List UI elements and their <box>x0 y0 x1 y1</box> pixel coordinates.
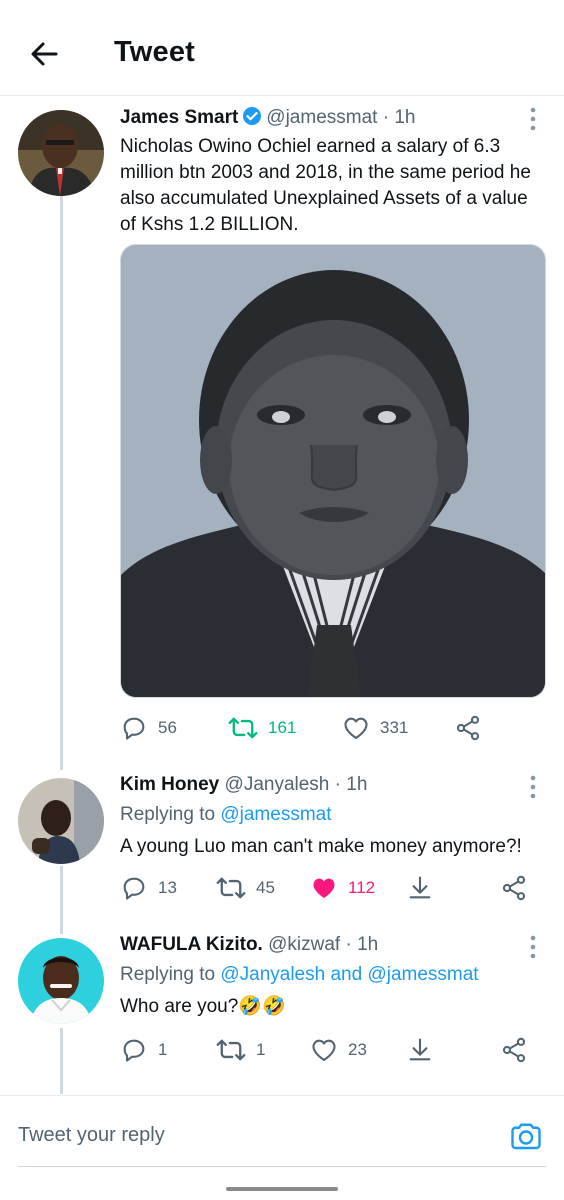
tweet-time: · 1h <box>334 774 368 795</box>
share-button[interactable] <box>454 713 482 743</box>
retweet-icon <box>216 877 246 899</box>
author-name[interactable]: WAFULA Kizito. <box>120 934 263 955</box>
author-handle[interactable]: @jamessmat <box>266 107 377 128</box>
top-bar: Tweet <box>0 0 564 96</box>
tweet-actions: 1 1 23 <box>120 1035 540 1065</box>
replying-to: Replying to @Janyalesh and @jamessmat <box>120 964 479 986</box>
tweet-header: WAFULA Kizito. @kizwaf · 1h <box>120 934 378 956</box>
tweet-text: Who are you?🤣🤣 <box>120 996 286 1017</box>
like-button[interactable]: 23 <box>310 1035 367 1065</box>
author-name[interactable]: Kim Honey <box>120 774 219 795</box>
tweet-header: Kim Honey @Janyalesh · 1h <box>120 774 367 796</box>
reply-composer: Tweet your reply <box>0 1095 564 1200</box>
download-icon <box>409 1038 431 1061</box>
reply-button[interactable]: 13 <box>120 873 177 903</box>
author-handle[interactable]: @Janyalesh <box>225 774 330 795</box>
retweet-button[interactable]: 45 <box>216 873 275 903</box>
retweet-button[interactable]: 1 <box>216 1035 265 1065</box>
like-button[interactable]: 112 <box>310 873 375 903</box>
more-vertical-icon[interactable] <box>528 106 538 132</box>
retweet-count: 45 <box>256 878 275 897</box>
replying-to-label: Replying to <box>120 964 216 985</box>
share-icon <box>502 875 526 901</box>
avatar[interactable] <box>18 778 104 864</box>
divider <box>18 1166 546 1167</box>
tweet-text: A young Luo man can't make money anymore… <box>120 836 522 857</box>
retweet-icon <box>228 717 258 739</box>
avatar[interactable] <box>18 110 104 196</box>
download-icon <box>409 876 431 899</box>
verified-badge-icon <box>242 106 262 132</box>
retweet-count: 1 <box>256 1040 266 1059</box>
back-arrow-icon[interactable] <box>26 36 62 72</box>
home-indicator <box>226 1187 338 1191</box>
replying-to: Replying to @jamessmat <box>120 804 332 826</box>
retweet-icon <box>216 1039 246 1061</box>
retweet-button[interactable]: 161 <box>228 713 296 743</box>
like-button[interactable]: 331 <box>342 713 408 743</box>
reply-button[interactable]: 56 <box>120 713 177 743</box>
like-count: 112 <box>348 878 376 897</box>
tweet-time: · 1h <box>382 107 416 128</box>
download-button[interactable] <box>406 873 434 903</box>
share-icon <box>502 1037 526 1063</box>
tweet-text: Nicholas Owino Ochiel earned a salary of… <box>120 136 531 235</box>
reply-button[interactable]: 1 <box>120 1035 167 1065</box>
share-button[interactable] <box>500 873 528 903</box>
author-name[interactable]: James Smart <box>120 107 238 128</box>
reply-icon <box>123 1039 145 1062</box>
like-count: 23 <box>348 1040 367 1059</box>
retweet-count: 161 <box>268 718 297 737</box>
reply-count: 13 <box>158 878 177 897</box>
like-count: 331 <box>380 718 409 737</box>
reply-count: 56 <box>158 718 177 737</box>
page-title: Tweet <box>114 36 196 68</box>
more-vertical-icon[interactable] <box>528 774 538 800</box>
replying-to-label: Replying to <box>120 804 216 825</box>
like-icon <box>344 717 368 739</box>
tweet-actions: 56 161 331 <box>120 713 540 743</box>
like-icon <box>313 878 335 898</box>
avatar[interactable] <box>18 938 104 1024</box>
reply-icon <box>123 717 145 740</box>
camera-icon[interactable] <box>508 1118 544 1154</box>
reply-tweet[interactable]: Kim Honey @Janyalesh · 1h Replying to @j… <box>0 770 564 930</box>
replying-to-mentions[interactable]: @Janyalesh and @jamessmat <box>220 964 478 985</box>
like-icon <box>312 1039 336 1061</box>
reply-count: 1 <box>158 1040 168 1059</box>
download-button[interactable] <box>406 1035 434 1065</box>
share-icon <box>456 715 480 741</box>
share-button[interactable] <box>500 1035 528 1065</box>
tweet-photo[interactable] <box>120 244 546 698</box>
tweet-actions: 13 45 112 <box>120 873 540 903</box>
reply-input[interactable]: Tweet your reply <box>18 1124 165 1147</box>
reply-tweet[interactable]: WAFULA Kizito. @kizwaf · 1h Replying to … <box>0 930 564 1090</box>
tweet-header: James Smart @jamessmat · 1h <box>120 106 415 132</box>
author-handle[interactable]: @kizwaf <box>268 934 340 955</box>
tweet-time: · 1h <box>345 934 379 955</box>
replying-to-mentions[interactable]: @jamessmat <box>220 804 331 825</box>
more-vertical-icon[interactable] <box>528 934 538 960</box>
reply-icon <box>123 877 145 900</box>
